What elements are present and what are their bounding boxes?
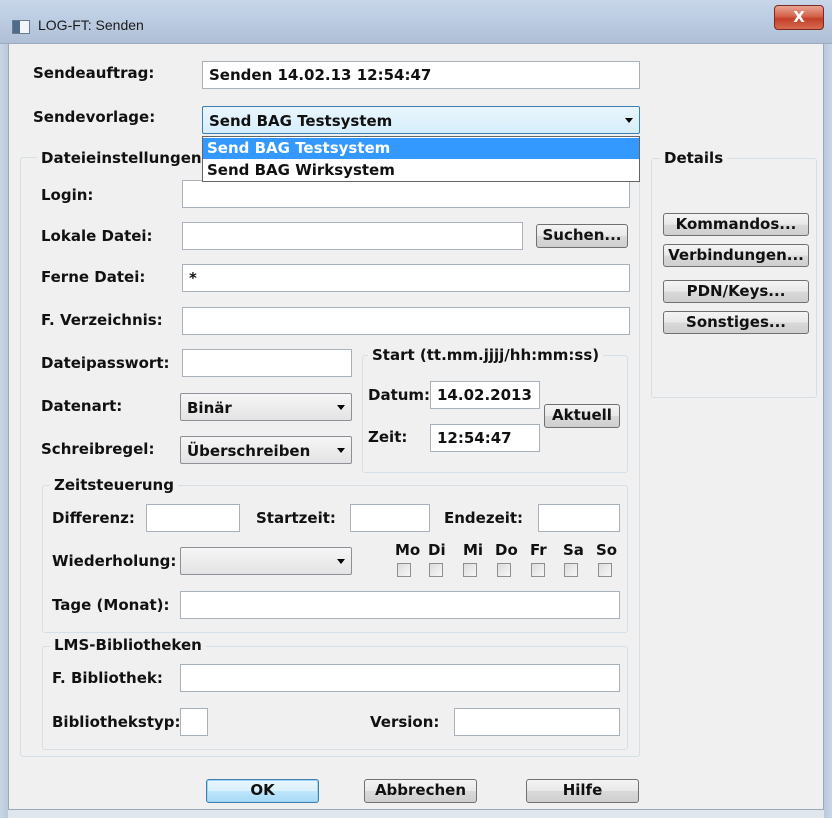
f-bibliothek-field[interactable] [180, 664, 620, 692]
close-button[interactable]: X [774, 5, 824, 30]
verbindungen-button[interactable]: Verbindungen... [663, 244, 809, 267]
dateieinstellungen-title: Dateieinstellungen [37, 149, 206, 167]
bibliothekstyp-field[interactable] [180, 708, 208, 736]
sendevorlage-value: Send BAG Testsystem [209, 112, 393, 130]
f-verzeichnis-label: F. Verzeichnis: [41, 311, 163, 329]
kommandos-button[interactable]: Kommandos... [663, 213, 809, 236]
endezeit-field[interactable] [538, 504, 620, 532]
chevron-down-icon [625, 118, 633, 123]
sendeauftrag-field[interactable]: Senden 14.02.13 12:54:47 [202, 61, 640, 89]
wiederholung-label: Wiederholung: [52, 552, 177, 570]
sendevorlage-select[interactable]: Send BAG Testsystem [202, 106, 640, 134]
suchen-button[interactable]: Suchen... [536, 224, 628, 248]
window-border-right [824, 44, 832, 818]
lms-title: LMS-Bibliotheken [50, 636, 206, 654]
lokale-datei-label: Lokale Datei: [41, 227, 153, 245]
bibliothekstyp-label: Bibliothekstyp: [52, 713, 181, 731]
checkbox-do[interactable] [497, 563, 511, 577]
day-label-di: Di [428, 541, 446, 559]
hilfe-button[interactable]: Hilfe [526, 779, 639, 803]
dateipasswort-label: Dateipasswort: [41, 354, 170, 372]
sendevorlage-dropdown: Send BAG Testsystem Send BAG Wirksystem [202, 136, 640, 182]
dropdown-option[interactable]: Send BAG Testsystem [203, 138, 639, 159]
checkbox-so[interactable] [598, 563, 612, 577]
day-label-do: Do [495, 541, 518, 559]
zeit-field[interactable]: 12:54:47 [430, 424, 540, 452]
abbrechen-button[interactable]: Abbrechen [364, 779, 477, 803]
login-label: Login: [41, 186, 94, 204]
ok-button[interactable]: OK [206, 779, 319, 803]
day-label-so: So [596, 541, 618, 559]
zeit-label: Zeit: [368, 428, 408, 446]
zeitsteuerung-title: Zeitsteuerung [50, 476, 178, 494]
wiederholung-select[interactable] [180, 547, 352, 575]
differenz-field[interactable] [146, 504, 240, 532]
checkbox-di[interactable] [429, 563, 443, 577]
datenart-value: Binär [187, 399, 232, 417]
window-border-left [0, 44, 8, 818]
schreibregel-select[interactable]: Überschreiben [180, 436, 352, 464]
f-bibliothek-label: F. Bibliothek: [52, 669, 163, 687]
details-title: Details [660, 149, 728, 167]
dateipasswort-field[interactable] [182, 349, 352, 377]
sonstiges-button[interactable]: Sonstiges... [663, 311, 809, 334]
details-group [651, 158, 817, 398]
checkbox-mo[interactable] [397, 563, 411, 577]
chevron-down-icon [337, 405, 345, 410]
version-label: Version: [370, 713, 440, 731]
version-field[interactable] [454, 708, 620, 736]
schreibregel-value: Überschreiben [187, 442, 311, 460]
datum-label: Datum: [368, 386, 431, 404]
tage-monat-label: Tage (Monat): [52, 596, 170, 614]
aktuell-button[interactable]: Aktuell [544, 404, 620, 428]
checkbox-sa[interactable] [564, 563, 578, 577]
ferne-datei-label: Ferne Datei: [41, 268, 146, 286]
day-label-sa: Sa [563, 541, 584, 559]
datum-field[interactable]: 14.02.2013 [430, 381, 540, 409]
day-label-mo: Mo [395, 541, 421, 559]
tage-monat-field[interactable] [180, 591, 620, 619]
pdn-keys-button[interactable]: PDN/Keys... [663, 280, 809, 303]
day-label-fr: Fr [530, 541, 547, 559]
differenz-label: Differenz: [52, 509, 135, 527]
startzeit-label: Startzeit: [256, 509, 336, 527]
checkbox-mi[interactable] [463, 563, 477, 577]
checkbox-fr[interactable] [531, 563, 545, 577]
login-field[interactable] [182, 180, 630, 208]
endezeit-label: Endezeit: [444, 509, 524, 527]
sendevorlage-label: Sendevorlage: [33, 108, 156, 126]
dropdown-option[interactable]: Send BAG Wirksystem [203, 160, 639, 181]
chevron-down-icon [337, 559, 345, 564]
app-icon [12, 20, 30, 34]
chevron-down-icon [337, 448, 345, 453]
f-verzeichnis-field[interactable] [182, 307, 630, 335]
start-title: Start (tt.mm.jjjj/hh:mm:ss) [368, 346, 604, 364]
lokale-datei-field[interactable] [182, 222, 523, 250]
datenart-label: Datenart: [41, 397, 123, 415]
schreibregel-label: Schreibregel: [41, 440, 155, 458]
ferne-datei-field[interactable]: * [182, 264, 630, 292]
startzeit-field[interactable] [350, 504, 430, 532]
day-label-mi: Mi [463, 541, 484, 559]
window-title: LOG-FT: Senden [38, 17, 144, 33]
sendeauftrag-label: Sendeauftrag: [33, 64, 155, 82]
datenart-select[interactable]: Binär [180, 393, 352, 421]
